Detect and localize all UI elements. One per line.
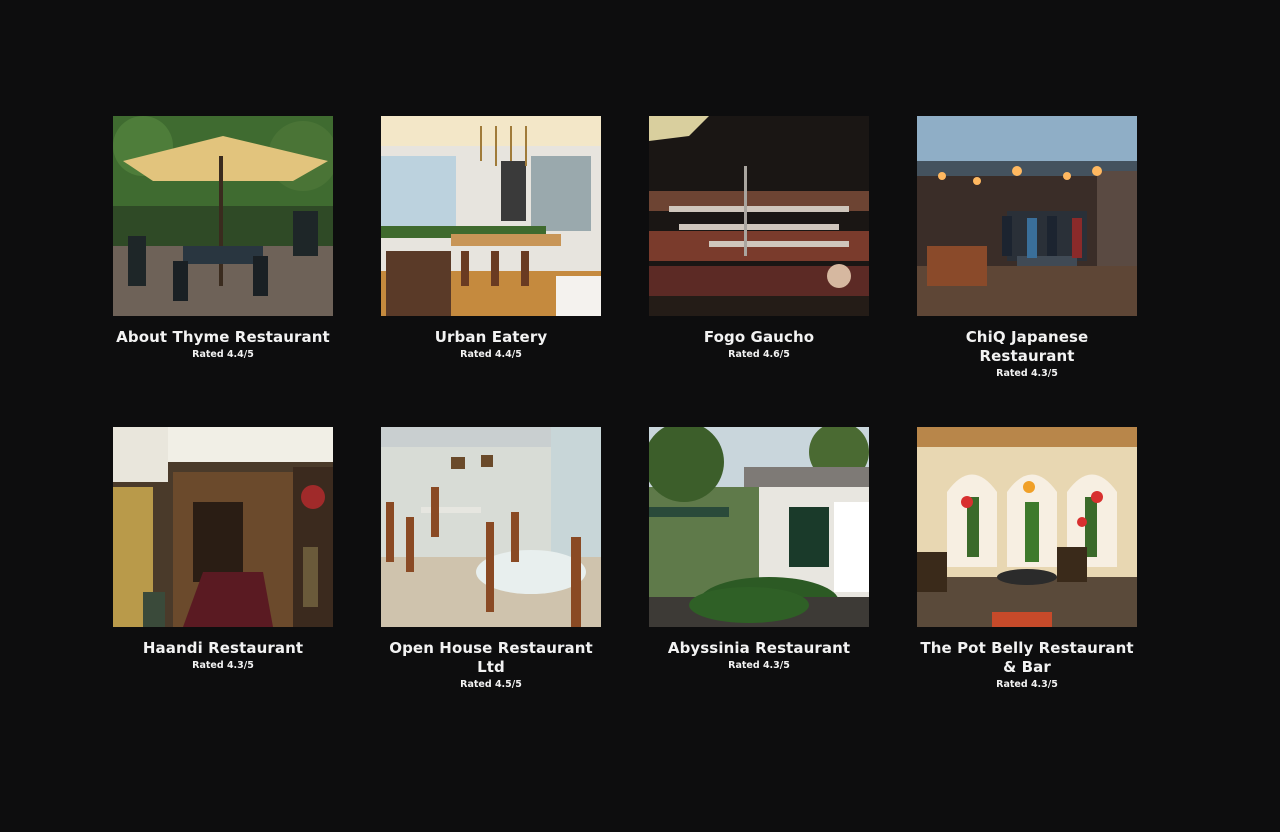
- restaurant-card[interactable]: Abyssinia Restaurant Rated 4.3/5: [649, 427, 869, 738]
- restaurant-name[interactable]: About Thyme Restaurant: [113, 328, 333, 347]
- restaurant-rating: Rated 4.3/5: [192, 660, 254, 671]
- restaurant-card[interactable]: Open House Restaurant Ltd Rated 4.5/5: [381, 427, 601, 738]
- restaurant-photo[interactable]: [113, 427, 333, 627]
- restaurant-photo[interactable]: [917, 427, 1137, 627]
- restaurant-card[interactable]: Fogo Gaucho Rated 4.6/5: [649, 116, 869, 427]
- restaurant-card[interactable]: The Pot Belly Restaurant & Bar Rated 4.3…: [917, 427, 1137, 738]
- restaurant-name[interactable]: Haandi Restaurant: [113, 639, 333, 658]
- restaurant-photo[interactable]: [649, 116, 869, 316]
- restaurant-rating: Rated 4.5/5: [460, 679, 522, 690]
- restaurant-grid: About Thyme Restaurant Rated 4.4/5 Urban…: [113, 116, 1137, 738]
- restaurant-photo[interactable]: [113, 116, 333, 316]
- restaurant-rating: Rated 4.3/5: [996, 679, 1058, 690]
- restaurant-card[interactable]: Haandi Restaurant Rated 4.3/5: [113, 427, 333, 738]
- restaurant-name[interactable]: Open House Restaurant Ltd: [381, 639, 601, 677]
- restaurant-name[interactable]: ChiQ Japanese Restaurant: [917, 328, 1137, 366]
- restaurant-name[interactable]: Abyssinia Restaurant: [649, 639, 869, 658]
- restaurant-photo[interactable]: [381, 116, 601, 316]
- restaurant-name[interactable]: The Pot Belly Restaurant & Bar: [917, 639, 1137, 677]
- restaurant-card[interactable]: Urban Eatery Rated 4.4/5: [381, 116, 601, 427]
- restaurant-rating: Rated 4.3/5: [996, 368, 1058, 379]
- restaurant-card[interactable]: About Thyme Restaurant Rated 4.4/5: [113, 116, 333, 427]
- restaurant-card[interactable]: ChiQ Japanese Restaurant Rated 4.3/5: [917, 116, 1137, 427]
- restaurant-name[interactable]: Fogo Gaucho: [649, 328, 869, 347]
- restaurant-name[interactable]: Urban Eatery: [381, 328, 601, 347]
- restaurant-rating: Rated 4.4/5: [192, 349, 254, 360]
- restaurant-photo[interactable]: [917, 116, 1137, 316]
- restaurant-photo[interactable]: [649, 427, 869, 627]
- restaurant-photo[interactable]: [381, 427, 601, 627]
- restaurant-rating: Rated 4.4/5: [460, 349, 522, 360]
- restaurant-rating: Rated 4.6/5: [728, 349, 790, 360]
- restaurant-rating: Rated 4.3/5: [728, 660, 790, 671]
